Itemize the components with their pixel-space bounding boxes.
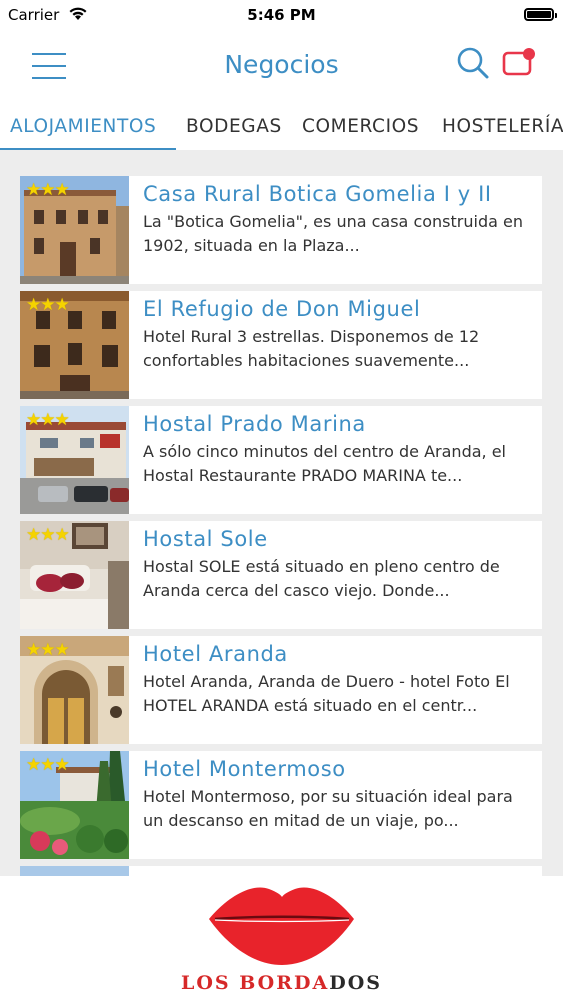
category-tabs: ALOJAMIENTOS BODEGAS COMERCIOS HOSTELERÍ… <box>0 104 563 151</box>
listing-thumbnail: ★★★ <box>20 291 129 399</box>
listing-title: Hostal Prado Marina <box>143 412 366 436</box>
lips-logo <box>209 887 354 965</box>
listing-title: Hotel Montermoso <box>143 757 346 781</box>
listing-thumbnail: ★★★ <box>20 521 129 629</box>
rating-stars: ★★★ <box>26 755 70 775</box>
listing-description: Hostal SOLE está situado en pleno centro… <box>143 557 500 600</box>
listing-thumbnail: ★★★ <box>20 751 129 859</box>
listing-title: El Refugio de Don Miguel <box>143 297 421 321</box>
listing-thumbnail: ★★★ <box>20 176 129 284</box>
ad-banner[interactable]: LOS BORDADOS <box>0 876 563 1000</box>
rating-stars: ★★★ <box>26 640 70 660</box>
brand-name: LOS BORDADOS <box>181 972 382 994</box>
rating-stars: ★★★ <box>26 525 70 545</box>
status-bar: Carrier 5:46 PM <box>0 0 563 30</box>
listing-description: A sólo cinco minutos del centro de Arand… <box>143 442 506 485</box>
rating-stars: ★★★ <box>26 410 70 430</box>
search-icon[interactable] <box>456 46 490 80</box>
listing-thumbnail: ★★★ <box>20 636 129 744</box>
listing-description: La "Botica Gomelia", es una casa constru… <box>143 212 523 255</box>
tab-bodegas[interactable]: BODEGAS <box>186 116 282 137</box>
listing-title: Hostal Sole <box>143 527 268 551</box>
tab-hosteleria[interactable]: HOSTELERÍA <box>442 116 563 137</box>
listing-description: Hotel Rural 3 estrellas. Disponemos de 1… <box>143 327 480 370</box>
listing-card[interactable]: ★★★ Hostal Prado Marina A sólo cinco min… <box>20 406 542 514</box>
listing-thumbnail: ★★★ <box>20 406 129 514</box>
cart-notification-icon[interactable] <box>502 46 538 78</box>
listing-thumbnail <box>20 866 129 876</box>
listing-description: Hotel Montermoso, por su situación ideal… <box>143 787 513 830</box>
listing-card[interactable]: ★★★ Hotel Montermoso Hotel Montermoso, p… <box>20 751 542 859</box>
listing-card[interactable]: ★★★ Casa Rural Botica Gomelia I y II La … <box>20 176 542 284</box>
rating-stars: ★★★ <box>26 295 70 315</box>
listing-description: Hotel Aranda, Aranda de Duero - hotel Fo… <box>143 672 510 715</box>
rating-stars: ★★★ <box>26 180 70 200</box>
listing-card[interactable] <box>20 866 542 876</box>
nav-bar: Negocios <box>0 30 563 104</box>
tab-comercios[interactable]: COMERCIOS <box>302 116 419 137</box>
listing-card[interactable]: ★★★ Hostal Sole Hostal SOLE está situado… <box>20 521 542 629</box>
listing-list[interactable]: ★★★ Casa Rural Botica Gomelia I y II La … <box>0 150 563 876</box>
status-time: 5:46 PM <box>247 6 316 24</box>
listing-title: Hotel Aranda <box>143 642 288 666</box>
listing-title: Casa Rural Botica Gomelia I y II <box>143 182 492 206</box>
listing-card[interactable]: ★★★ Hotel Aranda Hotel Aranda, Aranda de… <box>20 636 542 744</box>
tab-alojamientos[interactable]: ALOJAMIENTOS <box>10 116 156 137</box>
battery-icon <box>524 8 557 21</box>
listing-card[interactable]: ★★★ El Refugio de Don Miguel Hotel Rural… <box>20 291 542 399</box>
